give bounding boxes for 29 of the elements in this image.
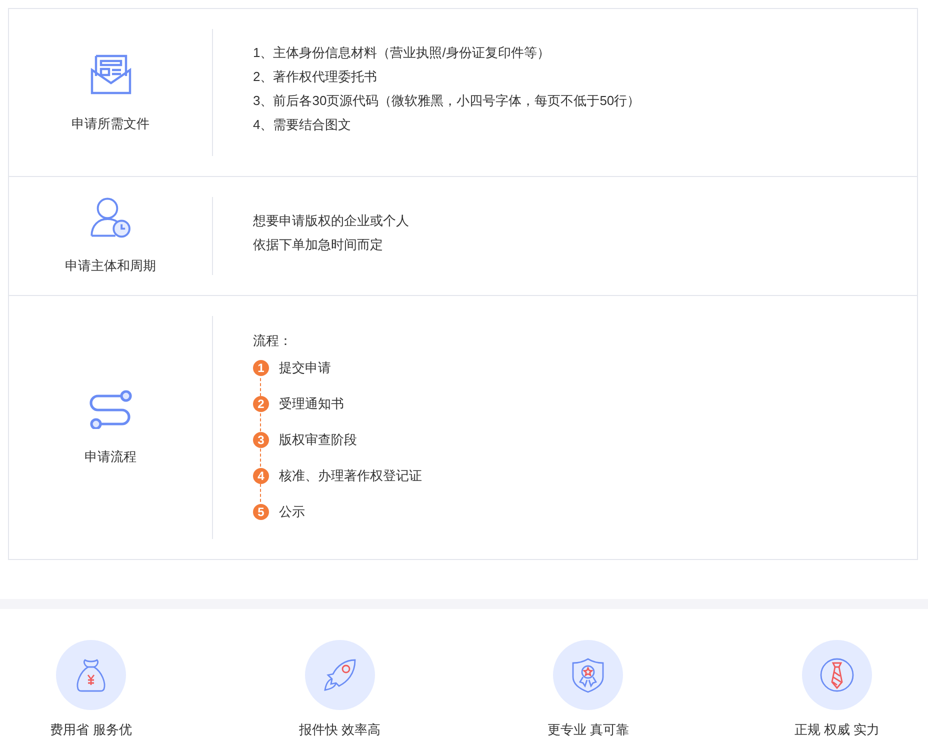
necktie-icon bbox=[820, 658, 854, 692]
requirement-line: 依据下单加急时间而定 bbox=[253, 236, 384, 254]
feature-label: 报件快 效率高 bbox=[298, 721, 380, 739]
step-label: 提交申请 bbox=[279, 360, 331, 376]
requirement-line: 1、主体身份信息材料（营业执照/身份证复印件等） bbox=[253, 44, 551, 62]
step-label: 受理通知书 bbox=[279, 396, 344, 412]
requirement-line: 2、著作权代理委托书 bbox=[253, 68, 378, 86]
feature-label: 正规 权威 实力 bbox=[794, 721, 880, 739]
section-title: 申请所需文件 bbox=[72, 114, 150, 133]
section-title: 申请流程 bbox=[84, 448, 136, 466]
step-number: 2 bbox=[253, 396, 269, 412]
step-label: 公示 bbox=[279, 504, 305, 520]
shield-badge-icon bbox=[571, 657, 606, 693]
requirement-line: 想要申请版权的企业或个人 bbox=[253, 212, 409, 230]
feature-label: 费用省 服务优 bbox=[50, 721, 132, 739]
step-number: 3 bbox=[253, 432, 269, 448]
process-heading: 流程： bbox=[253, 332, 293, 350]
feature-label: 更专业 真可靠 bbox=[548, 721, 630, 739]
step-label: 版权审查阶段 bbox=[279, 432, 357, 448]
step-label: 核准、办理著作权登记证 bbox=[279, 468, 422, 484]
money-bag-icon bbox=[74, 657, 108, 693]
section-title: 申请主体和周期 bbox=[65, 256, 156, 274]
step-number: 4 bbox=[253, 468, 269, 484]
step-number: 5 bbox=[253, 504, 269, 520]
rocket-icon bbox=[322, 658, 357, 692]
step-number: 1 bbox=[253, 360, 269, 376]
route-icon bbox=[88, 388, 134, 429]
requirement-line: 3、前后各30页源代码（微软雅黑，小四号字体，每页不低于50行） bbox=[253, 92, 640, 110]
requirement-line: 4、需要结合图文 bbox=[253, 116, 352, 134]
